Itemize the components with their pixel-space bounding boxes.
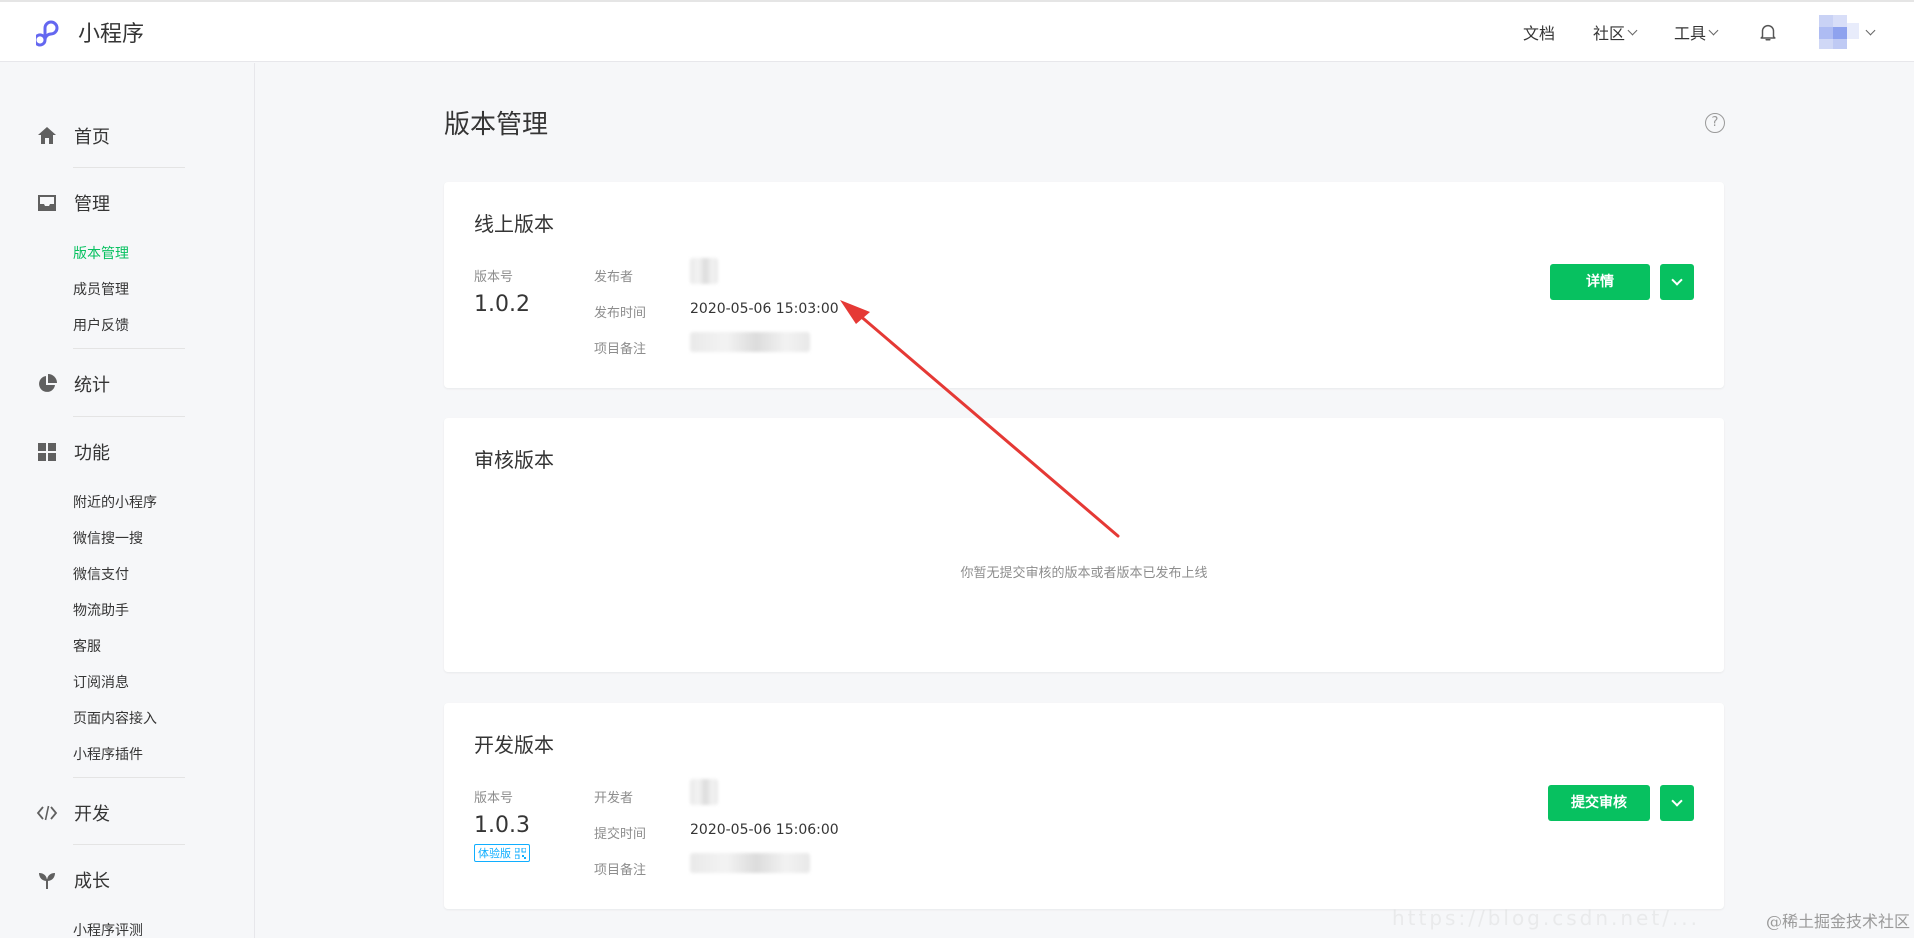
sidebar-item-user-feedback[interactable]: 用户反馈 — [73, 315, 129, 335]
publish-time-value: 2020-05-06 15:03:00 — [690, 301, 839, 317]
empty-message: 你暂无提交审核的版本或者版本已发布上线 — [960, 566, 1208, 581]
developer-redacted — [690, 779, 718, 805]
chevron-down-icon — [1627, 25, 1638, 35]
chevron-down-icon — [1671, 795, 1683, 807]
sidebar-item-label: 统计 — [74, 375, 110, 396]
sidebar-item-logistics-helper[interactable]: 物流助手 — [73, 600, 129, 620]
divider — [73, 416, 185, 417]
badge-label: 体验版 — [478, 847, 511, 860]
code-icon — [36, 805, 58, 821]
grid-icon — [38, 443, 56, 461]
publisher-redacted — [690, 258, 718, 284]
help-icon[interactable]: ? — [1705, 113, 1725, 133]
version-number: 1.0.3 — [474, 813, 530, 838]
note-redacted — [690, 332, 810, 352]
chevron-down-icon — [1671, 274, 1683, 286]
sidebar-item-growth[interactable]: 成长 — [36, 865, 110, 895]
sidebar-item-version-management[interactable]: 版本管理 — [73, 243, 129, 263]
review-version-card: 审核版本 你暂无提交审核的版本或者版本已发布上线 — [444, 418, 1724, 672]
publish-time-label: 发布时间 — [594, 306, 647, 321]
more-dropdown-button[interactable] — [1660, 264, 1694, 300]
sidebar-item-statistics[interactable]: 统计 — [36, 369, 110, 399]
nav-tools[interactable]: 工具 — [1673, 20, 1719, 44]
nav-community-label: 社区 — [1592, 24, 1625, 43]
sidebar-item-development[interactable]: 开发 — [36, 798, 110, 828]
user-menu[interactable] — [1819, 15, 1876, 49]
watermark: @稀土掘金技术社区 — [1765, 912, 1910, 931]
nav-docs-label: 文档 — [1522, 24, 1555, 43]
submit-review-button[interactable]: 提交审核 — [1548, 785, 1650, 821]
top-bar: 小程序 文档 社区 工具 — [0, 0, 1914, 62]
nav-tools-label: 工具 — [1673, 24, 1706, 43]
sidebar-item-wechat-pay[interactable]: 微信支付 — [73, 564, 129, 584]
publisher-label: 发布者 — [594, 270, 634, 285]
submit-time-label: 提交时间 — [594, 827, 647, 842]
dev-version-card: 开发版本 版本号 1.0.3 体验版 开发者 提交时间 2020-05-06 1… — [444, 703, 1724, 909]
sidebar-item-wechat-search[interactable]: 微信搜一搜 — [73, 528, 143, 548]
trial-version-badge[interactable]: 体验版 — [474, 844, 530, 862]
top-nav: 文档 社区 工具 — [1485, 2, 1876, 62]
bell-icon[interactable] — [1757, 21, 1779, 43]
mini-program-logo-icon — [36, 20, 59, 47]
sidebar-item-label: 开发 — [74, 804, 110, 825]
note-label: 项目备注 — [594, 342, 647, 357]
submit-time-value: 2020-05-06 15:06:00 — [690, 822, 839, 838]
sidebar-item-subscribe-messages[interactable]: 订阅消息 — [73, 672, 129, 692]
sidebar-item-label: 功能 — [74, 443, 110, 464]
card-title: 线上版本 — [474, 212, 554, 236]
note-label: 项目备注 — [594, 863, 647, 878]
sprout-icon — [39, 873, 55, 889]
divider — [73, 348, 185, 349]
more-dropdown-button[interactable] — [1660, 785, 1694, 821]
note-redacted — [690, 853, 810, 873]
sidebar-item-customer-service[interactable]: 客服 — [73, 636, 101, 656]
card-title: 审核版本 — [474, 448, 554, 472]
pie-chart-icon — [39, 374, 57, 392]
version-label: 版本号 — [474, 270, 514, 285]
sidebar-item-label: 管理 — [74, 194, 110, 215]
qrcode-icon — [515, 847, 526, 859]
sidebar-item-page-content-access[interactable]: 页面内容接入 — [73, 708, 157, 728]
home-icon — [38, 127, 56, 144]
page-title: 版本管理 — [444, 110, 549, 140]
card-title: 开发版本 — [474, 733, 554, 757]
logo[interactable]: 小程序 — [36, 16, 144, 48]
app-name: 小程序 — [78, 22, 145, 47]
online-version-card: 线上版本 版本号 1.0.2 发布者 发布时间 2020-05-06 15:03… — [444, 182, 1724, 388]
chevron-down-icon — [1708, 25, 1719, 35]
inbox-icon — [38, 195, 56, 211]
avatar — [1819, 15, 1861, 49]
sidebar-item-home[interactable]: 首页 — [36, 121, 110, 151]
nav-community[interactable]: 社区 — [1592, 20, 1638, 44]
divider — [73, 844, 185, 845]
sidebar-item-label: 首页 — [74, 127, 110, 148]
version-number: 1.0.2 — [474, 292, 530, 317]
detail-button[interactable]: 详情 — [1550, 264, 1650, 300]
divider — [73, 167, 185, 168]
sidebar-item-features[interactable]: 功能 — [36, 437, 110, 467]
sidebar-item-manage[interactable]: 管理 — [36, 188, 110, 218]
watermark-url: https://blog.csdn.net/... — [1392, 906, 1701, 930]
divider — [73, 777, 185, 778]
sidebar-item-label: 成长 — [74, 871, 110, 892]
sidebar-item-mini-program-evaluation[interactable]: 小程序评测 — [73, 920, 143, 938]
sidebar-item-nearby-mini-programs[interactable]: 附近的小程序 — [73, 492, 157, 512]
version-label: 版本号 — [474, 791, 514, 806]
sidebar-item-member-management[interactable]: 成员管理 — [73, 279, 129, 299]
developer-label: 开发者 — [594, 791, 634, 806]
sidebar-item-mini-program-plugins[interactable]: 小程序插件 — [73, 744, 143, 764]
nav-docs[interactable]: 文档 — [1523, 20, 1555, 44]
chevron-down-icon — [1865, 25, 1876, 35]
